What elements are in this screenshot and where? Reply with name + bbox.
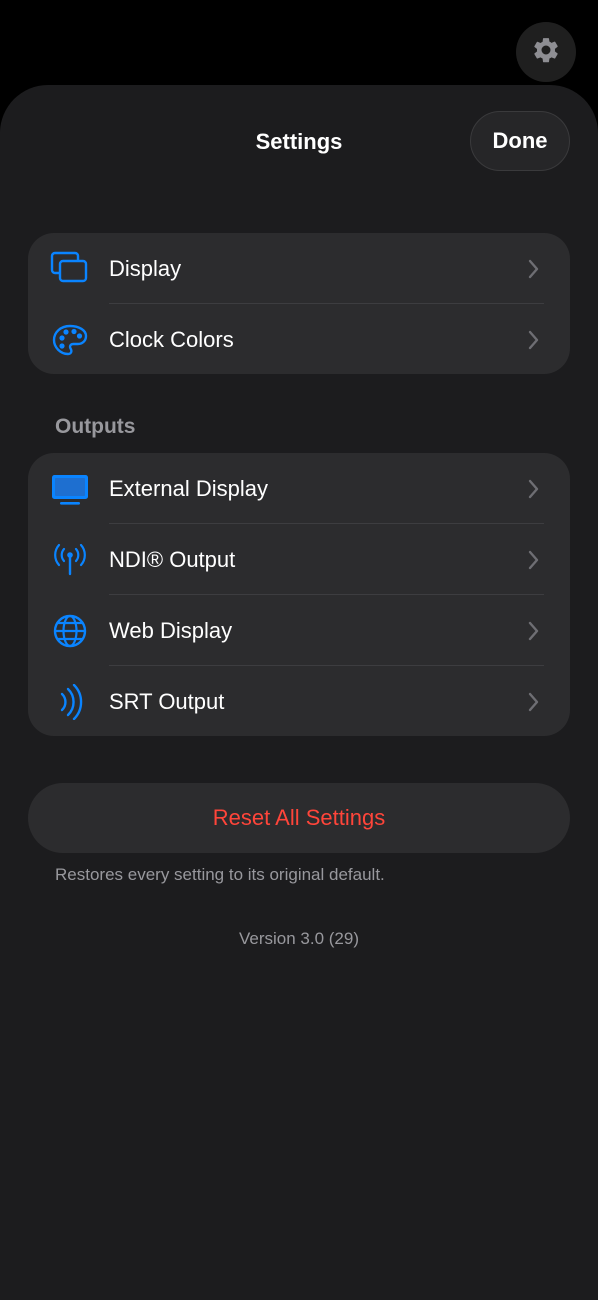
globe-icon [50, 613, 90, 649]
palette-icon [50, 322, 90, 358]
settings-row-label: SRT Output [109, 688, 225, 714]
monitor-icon [50, 471, 90, 507]
settings-row-label: NDI® Output [109, 546, 236, 572]
general-settings-group: Display Clock Colors [28, 233, 570, 374]
chevron-right-icon [528, 259, 540, 284]
display-windows-icon [50, 251, 90, 287]
settings-row-external-display[interactable]: External Display [28, 453, 570, 524]
chevron-right-icon [528, 621, 540, 646]
settings-row-label: External Display [109, 475, 268, 501]
settings-row-label: Web Display [109, 617, 233, 643]
chevron-right-icon [528, 330, 540, 355]
section-header-outputs: Outputs [55, 415, 136, 438]
chevron-right-icon [528, 479, 540, 504]
settings-sheet: Settings Done Display Clock Colors Outpu… [0, 85, 598, 1300]
signal-waves-icon [50, 684, 90, 720]
settings-row-clock-colors[interactable]: Clock Colors [28, 304, 570, 374]
chevron-right-icon [528, 550, 540, 575]
done-button[interactable]: Done [470, 111, 570, 171]
settings-row-display[interactable]: Display [28, 233, 570, 304]
antenna-broadcast-icon [50, 542, 90, 578]
settings-row-ndi-output[interactable]: NDI® Output [28, 524, 570, 595]
settings-row-srt-output[interactable]: SRT Output [28, 666, 570, 736]
gear-icon [531, 35, 561, 70]
reset-all-settings-button[interactable]: Reset All Settings [28, 783, 570, 853]
settings-row-label: Display [109, 255, 182, 281]
chevron-right-icon [528, 692, 540, 717]
version-label: Version 3.0 (29) [238, 929, 359, 948]
settings-row-label: Clock Colors [109, 326, 234, 352]
reset-description: Restores every setting to its original d… [55, 865, 385, 884]
settings-row-web-display[interactable]: Web Display [28, 595, 570, 666]
outputs-settings-group: External Display NDI® Output Web Display… [28, 453, 570, 736]
settings-gear-button[interactable] [516, 22, 576, 82]
